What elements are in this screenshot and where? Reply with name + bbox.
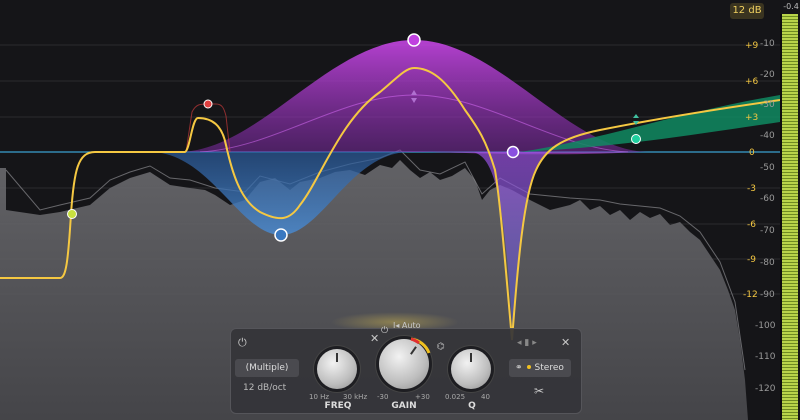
stereo-mode-button[interactable]: ⚭ Stereo: [509, 359, 571, 377]
q-max-label: 40: [481, 393, 490, 401]
q-min-label: 0.025: [445, 393, 466, 401]
gain-label: GAIN: [391, 401, 417, 411]
spectrum-tick: -70: [760, 226, 775, 236]
spectrum-tick: -60: [760, 194, 775, 204]
spectrum-tick: -100: [755, 321, 776, 331]
band-power-icon[interactable]: ⏻: [381, 325, 388, 337]
spectrum-tick: -20: [760, 70, 775, 80]
freq-knob[interactable]: [317, 349, 357, 389]
gain-max-label: +30: [415, 393, 430, 401]
filter-shape-select[interactable]: (Multiple): [235, 359, 299, 377]
gain-tick: -9: [747, 255, 756, 265]
slope-select[interactable]: 12 dB/oct: [243, 383, 286, 393]
freq-min-label: 10 Hz: [309, 393, 330, 401]
eq-window: +9 +6 +3 0 -3 -6 -9 -12 -10 -20 -30 -40 …: [0, 0, 800, 420]
output-meter: [782, 14, 798, 420]
auto-gain-toggle[interactable]: I◂ Auto: [393, 320, 421, 332]
spectrum-tick: -90: [760, 290, 775, 300]
spectrum-tick: -30: [760, 100, 775, 110]
handle-blue[interactable]: [274, 228, 288, 242]
band-nav-icons[interactable]: ◂ ▮ ▸: [517, 337, 537, 349]
spectrum-tick: -50: [760, 163, 775, 173]
close-left-icon[interactable]: ✕: [370, 333, 379, 345]
stereo-dot: [526, 365, 531, 369]
stereo-label: Stereo: [534, 363, 564, 373]
spectrum-tick: -120: [755, 384, 776, 394]
power-icon[interactable]: ⏻: [238, 337, 247, 349]
gain-min-label: -30: [377, 393, 389, 401]
band-control-panel: ⏻ (Multiple) 12 dB/oct 10 Hz 30 kHz FREQ…: [230, 321, 582, 414]
range-selector[interactable]: 12 dB: [730, 3, 764, 19]
spectrum-tick: -40: [760, 131, 775, 141]
spectrum-tick: -80: [760, 258, 775, 268]
scissors-icon[interactable]: ✂: [534, 385, 544, 397]
gain-tick: 0: [749, 148, 755, 158]
handle-notch[interactable]: [506, 145, 520, 159]
gain-tick: +6: [745, 77, 759, 87]
auto-gain-icon: I◂: [393, 321, 402, 330]
freq-max-label: 30 kHz: [343, 393, 368, 401]
gain-tick: +9: [745, 41, 759, 51]
spectrum-tick: -110: [755, 352, 776, 362]
gain-tick: -3: [747, 184, 756, 194]
handle-magenta[interactable]: [407, 33, 421, 47]
q-knob[interactable]: [451, 349, 491, 389]
freq-knob-pointer: [336, 353, 338, 362]
close-right-icon[interactable]: ✕: [561, 337, 570, 349]
spectrum-tick: -10: [760, 39, 775, 49]
output-meter-fill: [782, 14, 798, 420]
q-link-icon[interactable]: ⌬: [437, 341, 445, 353]
gain-tick: -12: [743, 290, 758, 300]
handle-red[interactable]: [203, 99, 213, 109]
q-knob-pointer: [470, 353, 472, 362]
freq-label: FREQ: [324, 401, 352, 411]
q-label: Q: [468, 401, 476, 411]
gain-tick: -6: [747, 220, 756, 230]
auto-gain-label: Auto: [401, 321, 421, 330]
handle-teal[interactable]: [631, 134, 641, 144]
gain-tick: +3: [745, 113, 758, 123]
handle-yellow[interactable]: [67, 209, 77, 219]
gain-indicator-arc: [410, 337, 431, 354]
output-peak-readout: -0.4: [783, 2, 799, 11]
stereo-link-icon: ⚭: [515, 363, 523, 373]
